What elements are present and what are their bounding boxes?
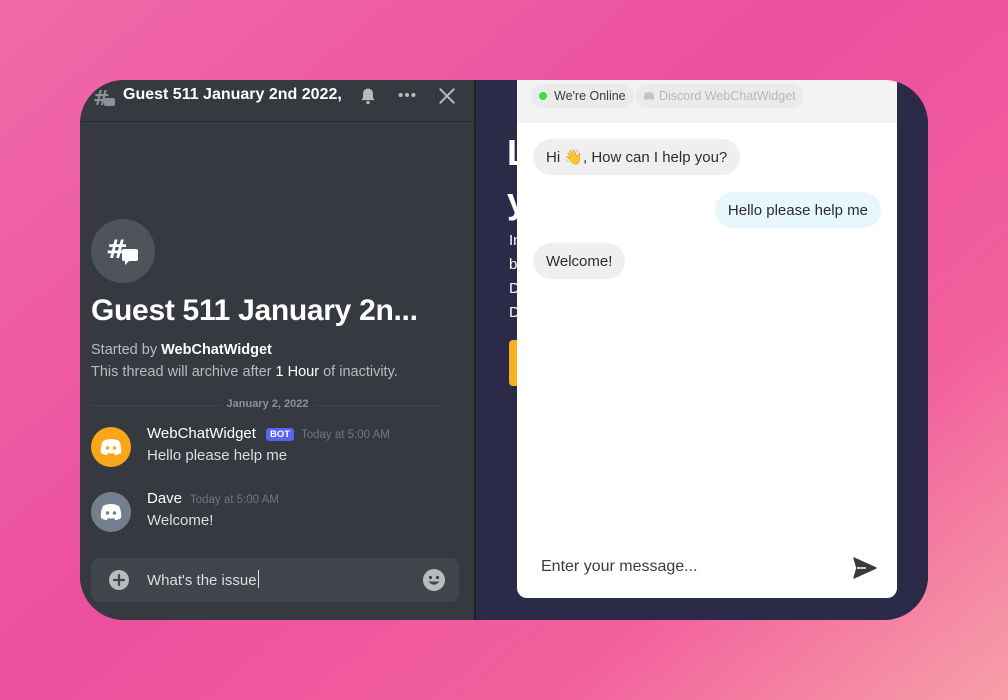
close-icon[interactable] [437,86,457,106]
message-text: Hello please help me [147,447,288,464]
started-by-user[interactable]: WebChatWidget [161,342,272,358]
app-frame: # Guest 511 January 2nd 2022, 4 # Guest [80,80,928,620]
emoji-icon[interactable] [422,568,446,592]
user-message-bubble: Hello please help me [714,192,881,228]
message-timestamp: Today at 5:00 AM [301,429,390,441]
avatar[interactable] [91,492,131,532]
started-by-label: Started by [91,342,158,358]
message-timestamp: Today at 5:00 AM [190,494,279,506]
widget-header: We're Online Discord WebChatWidget [517,80,897,123]
online-dot-icon [539,92,547,100]
bot-message-bubble: Welcome! [533,243,626,279]
text-caret [257,570,259,588]
online-status-badge: We're Online [531,84,634,108]
archive-prefix: This thread will archive after [91,364,272,380]
bell-icon[interactable] [358,86,378,106]
chat-message-text: Hi 👋, How can I help you? [546,149,728,166]
message-composer[interactable]: What's the issue [91,558,459,602]
discord-logo-icon [643,92,655,100]
date-divider: January 2, 2022 [91,398,444,410]
bot-message-bubble: Hi 👋, How can I help you? [533,139,741,175]
message-author[interactable]: WebChatWidget [147,425,256,442]
chat-message-text: Welcome! [546,252,613,270]
online-status-text: We're Online [554,89,626,103]
thread-icon: # [106,235,138,265]
thread-header: # Guest 511 January 2nd 2022, 4 [80,80,474,122]
discord-thread-panel: # Guest 511 January 2nd 2022, 4 # Guest [80,80,474,620]
bot-badge: BOT [266,428,295,441]
input-placeholder: Enter your message... [541,558,698,575]
avatar[interactable] [91,427,131,467]
brand-badge[interactable]: Discord WebChatWidget [635,84,804,108]
thread-title: Guest 511 January 2n... [91,294,418,327]
discord-logo-icon [100,439,122,455]
composer-input[interactable]: What's the issue [147,570,259,589]
thread-avatar: # [91,219,155,283]
date-divider-label: January 2, 2022 [220,398,315,410]
widget-message-input[interactable]: Enter your message... [517,548,897,588]
add-attachment-icon[interactable] [108,569,130,591]
thread-meta: Started by WebChatWidget This thread wil… [91,339,398,383]
composer-value: What's the issue [147,572,257,589]
send-icon[interactable] [852,556,878,580]
message-text: Welcome! [147,512,214,529]
chat-message-text: Hello please help me [727,201,868,219]
message-author[interactable]: Dave [147,490,182,507]
archive-suffix: of inactivity. [323,364,398,380]
thread-header-title: Guest 511 January 2nd 2022, 4 [123,86,345,103]
discord-logo-icon [100,504,122,520]
archive-duration[interactable]: 1 Hour [276,364,320,380]
more-icon[interactable] [396,84,418,106]
brand-text: Discord WebChatWidget [659,89,796,103]
web-chat-widget: We're Online Discord WebChatWidget Hi 👋,… [517,80,897,598]
threads-icon: # [93,87,115,110]
